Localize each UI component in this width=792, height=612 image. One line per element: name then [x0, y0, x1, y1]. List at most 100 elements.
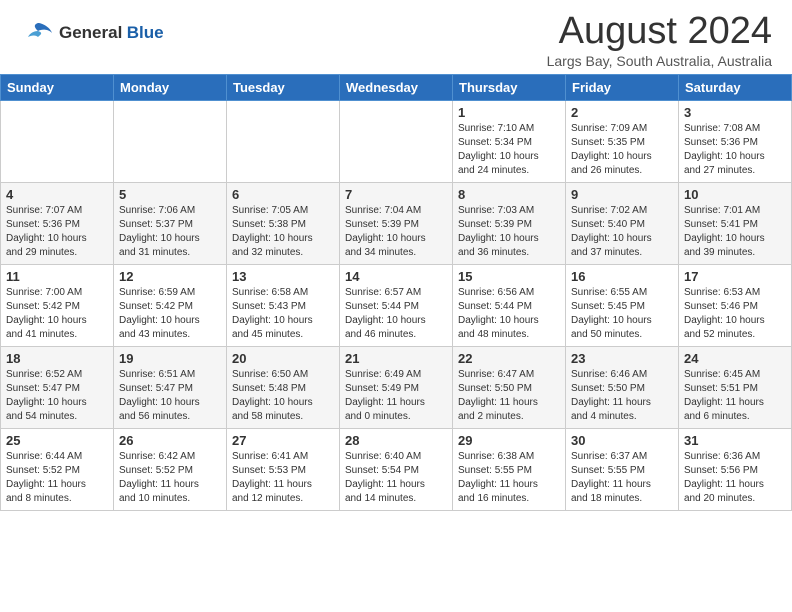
header: General Blue August 2024 Largs Bay, Sout… — [0, 0, 792, 74]
day-info: Sunrise: 7:03 AM Sunset: 5:39 PM Dayligh… — [458, 204, 560, 260]
calendar-cell: 19 Sunrise: 6:51 AM Sunset: 5:47 PM Dayli… — [114, 347, 227, 429]
logo-general: General — [59, 23, 122, 42]
day-info: Sunrise: 7:08 AM Sunset: 5:36 PM Dayligh… — [684, 122, 786, 178]
calendar-cell — [227, 101, 340, 183]
day-number: 19 — [119, 351, 221, 366]
day-info: Sunrise: 6:55 AM Sunset: 5:45 PM Dayligh… — [571, 286, 673, 342]
weekday-header-thursday: Thursday — [453, 75, 566, 101]
calendar-cell: 30 Sunrise: 6:37 AM Sunset: 5:55 PM Dayli… — [566, 429, 679, 511]
day-number: 23 — [571, 351, 673, 366]
calendar-cell: 22Sunrise: 6:47 AM Sunset: 5:50 PM Dayli… — [453, 347, 566, 429]
day-number: 12 — [119, 269, 221, 284]
calendar-cell: 28 Sunrise: 6:40 AM Sunset: 5:54 PM Dayli… — [340, 429, 453, 511]
day-info: Sunrise: 6:36 AM Sunset: 5:56 PM Dayligh… — [684, 450, 786, 506]
day-number: 15 — [458, 269, 560, 284]
calendar-cell — [114, 101, 227, 183]
day-number: 13 — [232, 269, 334, 284]
day-info: Sunrise: 6:59 AM Sunset: 5:42 PM Dayligh… — [119, 286, 221, 342]
day-info: Sunrise: 6:41 AM Sunset: 5:53 PM Dayligh… — [232, 450, 334, 506]
day-info: Sunrise: 7:07 AM Sunset: 5:36 PM Dayligh… — [6, 204, 108, 260]
calendar-cell: 18 Sunrise: 6:52 AM Sunset: 5:47 PM Dayli… — [1, 347, 114, 429]
title-block: August 2024 Largs Bay, South Australia, … — [547, 10, 772, 69]
calendar-cell: 26 Sunrise: 6:42 AM Sunset: 5:52 PM Dayli… — [114, 429, 227, 511]
weekday-header-sunday: Sunday — [1, 75, 114, 101]
day-info: Sunrise: 7:04 AM Sunset: 5:39 PM Dayligh… — [345, 204, 447, 260]
calendar-cell: 24 Sunrise: 6:45 AM Sunset: 5:51 PM Dayli… — [679, 347, 792, 429]
calendar-cell: 12 Sunrise: 6:59 AM Sunset: 5:42 PM Dayli… — [114, 265, 227, 347]
day-number: 22 — [458, 351, 560, 366]
calendar-cell: 15 Sunrise: 6:56 AM Sunset: 5:44 PM Dayli… — [453, 265, 566, 347]
day-number: 26 — [119, 433, 221, 448]
day-number: 17 — [684, 269, 786, 284]
calendar-week-2: 4 Sunrise: 7:07 AM Sunset: 5:36 PM Daylig… — [1, 183, 792, 265]
weekday-header-wednesday: Wednesday — [340, 75, 453, 101]
day-info: Sunrise: 7:09 AM Sunset: 5:35 PM Dayligh… — [571, 122, 673, 178]
day-number: 7 — [345, 187, 447, 202]
day-number: 8 — [458, 187, 560, 202]
day-number: 4 — [6, 187, 108, 202]
day-info: Sunrise: 6:46 AM Sunset: 5:50 PM Dayligh… — [571, 368, 673, 424]
weekday-header-row: SundayMondayTuesdayWednesdayThursdayFrid… — [1, 75, 792, 101]
day-info: Sunrise: 7:10 AM Sunset: 5:34 PM Dayligh… — [458, 122, 560, 178]
day-number: 1 — [458, 105, 560, 120]
day-info: Sunrise: 6:53 AM Sunset: 5:46 PM Dayligh… — [684, 286, 786, 342]
weekday-header-tuesday: Tuesday — [227, 75, 340, 101]
calendar-week-3: 11 Sunrise: 7:00 AM Sunset: 5:42 PM Dayli… — [1, 265, 792, 347]
day-info: Sunrise: 7:05 AM Sunset: 5:38 PM Dayligh… — [232, 204, 334, 260]
calendar-cell: 7 Sunrise: 7:04 AM Sunset: 5:39 PM Daylig… — [340, 183, 453, 265]
day-info: Sunrise: 7:06 AM Sunset: 5:37 PM Dayligh… — [119, 204, 221, 260]
day-number: 28 — [345, 433, 447, 448]
calendar-cell: 27 Sunrise: 6:41 AM Sunset: 5:53 PM Dayli… — [227, 429, 340, 511]
day-info: Sunrise: 7:00 AM Sunset: 5:42 PM Dayligh… — [6, 286, 108, 342]
day-info: Sunrise: 6:37 AM Sunset: 5:55 PM Dayligh… — [571, 450, 673, 506]
calendar-cell: 29Sunrise: 6:38 AM Sunset: 5:55 PM Dayli… — [453, 429, 566, 511]
calendar: SundayMondayTuesdayWednesdayThursdayFrid… — [0, 74, 792, 511]
day-number: 11 — [6, 269, 108, 284]
day-number: 10 — [684, 187, 786, 202]
month-title: August 2024 — [547, 10, 772, 53]
calendar-cell: 23 Sunrise: 6:46 AM Sunset: 5:50 PM Dayli… — [566, 347, 679, 429]
day-info: Sunrise: 6:52 AM Sunset: 5:47 PM Dayligh… — [6, 368, 108, 424]
day-number: 18 — [6, 351, 108, 366]
day-number: 6 — [232, 187, 334, 202]
day-info: Sunrise: 6:49 AM Sunset: 5:49 PM Dayligh… — [345, 368, 447, 424]
calendar-cell — [340, 101, 453, 183]
day-info: Sunrise: 6:58 AM Sunset: 5:43 PM Dayligh… — [232, 286, 334, 342]
day-number: 5 — [119, 187, 221, 202]
calendar-cell: 17 Sunrise: 6:53 AM Sunset: 5:46 PM Dayli… — [679, 265, 792, 347]
day-number: 3 — [684, 105, 786, 120]
day-number: 9 — [571, 187, 673, 202]
day-number: 14 — [345, 269, 447, 284]
calendar-cell — [1, 101, 114, 183]
day-info: Sunrise: 6:45 AM Sunset: 5:51 PM Dayligh… — [684, 368, 786, 424]
logo: General Blue — [20, 15, 164, 51]
calendar-cell: 14Sunrise: 6:57 AM Sunset: 5:44 PM Dayli… — [340, 265, 453, 347]
weekday-header-saturday: Saturday — [679, 75, 792, 101]
calendar-cell: 3 Sunrise: 7:08 AM Sunset: 5:36 PM Daylig… — [679, 101, 792, 183]
day-number: 30 — [571, 433, 673, 448]
calendar-cell: 1 Sunrise: 7:10 AM Sunset: 5:34 PM Daylig… — [453, 101, 566, 183]
day-number: 24 — [684, 351, 786, 366]
day-info: Sunrise: 6:42 AM Sunset: 5:52 PM Dayligh… — [119, 450, 221, 506]
day-info: Sunrise: 6:40 AM Sunset: 5:54 PM Dayligh… — [345, 450, 447, 506]
calendar-cell: 4 Sunrise: 7:07 AM Sunset: 5:36 PM Daylig… — [1, 183, 114, 265]
day-number: 29 — [458, 433, 560, 448]
day-number: 21 — [345, 351, 447, 366]
day-info: Sunrise: 6:56 AM Sunset: 5:44 PM Dayligh… — [458, 286, 560, 342]
calendar-cell: 5 Sunrise: 7:06 AM Sunset: 5:37 PM Daylig… — [114, 183, 227, 265]
calendar-cell: 20Sunrise: 6:50 AM Sunset: 5:48 PM Dayli… — [227, 347, 340, 429]
calendar-cell: 2Sunrise: 7:09 AM Sunset: 5:35 PM Daylig… — [566, 101, 679, 183]
calendar-cell: 9Sunrise: 7:02 AM Sunset: 5:40 PM Daylig… — [566, 183, 679, 265]
logo-icon — [20, 15, 56, 51]
day-info: Sunrise: 7:01 AM Sunset: 5:41 PM Dayligh… — [684, 204, 786, 260]
day-number: 25 — [6, 433, 108, 448]
calendar-week-4: 18 Sunrise: 6:52 AM Sunset: 5:47 PM Dayli… — [1, 347, 792, 429]
calendar-cell: 25Sunrise: 6:44 AM Sunset: 5:52 PM Dayli… — [1, 429, 114, 511]
day-number: 27 — [232, 433, 334, 448]
calendar-cell: 8 Sunrise: 7:03 AM Sunset: 5:39 PM Daylig… — [453, 183, 566, 265]
calendar-cell: 16Sunrise: 6:55 AM Sunset: 5:45 PM Dayli… — [566, 265, 679, 347]
day-info: Sunrise: 6:51 AM Sunset: 5:47 PM Dayligh… — [119, 368, 221, 424]
calendar-week-5: 25Sunrise: 6:44 AM Sunset: 5:52 PM Dayli… — [1, 429, 792, 511]
logo-text: General Blue — [59, 24, 164, 43]
weekday-header-friday: Friday — [566, 75, 679, 101]
